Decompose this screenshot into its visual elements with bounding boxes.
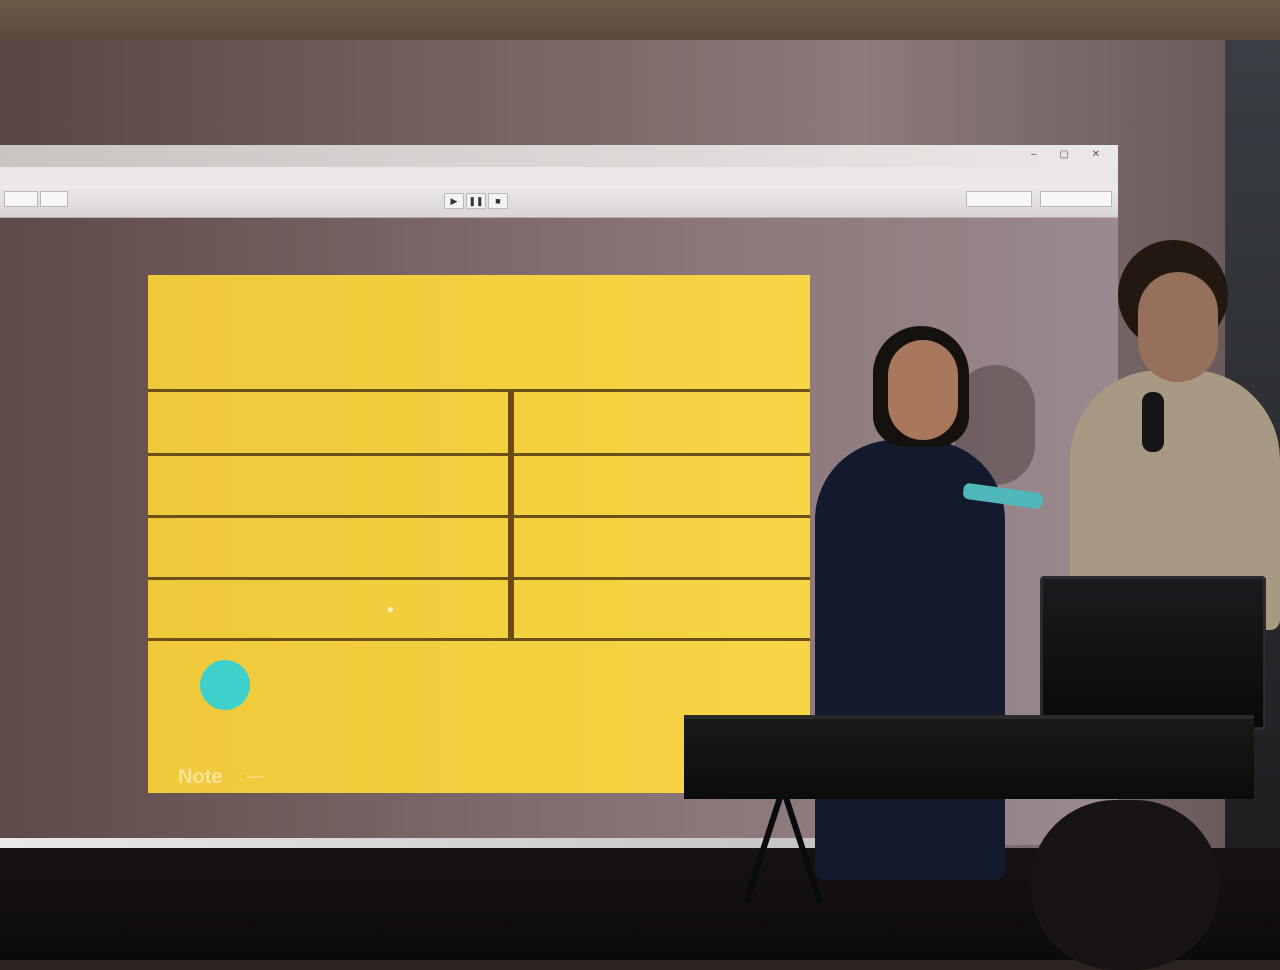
laptop xyxy=(1040,576,1266,730)
toolbar-field-left-2[interactable] xyxy=(40,191,68,207)
toolbar: ▶ ❚❚ ■ xyxy=(0,185,1118,218)
presenter-woman-face xyxy=(888,340,958,440)
toolbar-field-left[interactable] xyxy=(4,191,38,207)
grid-line-horizontal xyxy=(148,515,810,518)
stop-button[interactable]: ■ xyxy=(488,193,508,209)
grid-line-horizontal xyxy=(148,577,810,580)
cyan-ball xyxy=(200,660,250,710)
presenter-man-face xyxy=(1138,272,1218,382)
note-value: : — xyxy=(238,768,263,785)
mouse-cursor xyxy=(388,607,393,612)
audience-head xyxy=(1030,800,1220,970)
play-icon: ▶ xyxy=(450,196,458,206)
window-controls[interactable]: ‒ ▢ ✕ xyxy=(1031,149,1110,160)
grid-line-vertical xyxy=(508,391,514,641)
pause-icon: ❚❚ xyxy=(468,196,484,206)
grid-line-horizontal xyxy=(148,389,810,392)
note-label: Note xyxy=(178,766,223,788)
pause-button[interactable]: ❚❚ xyxy=(466,193,486,209)
stop-icon: ■ xyxy=(495,196,501,206)
menu-bar xyxy=(0,167,1118,186)
presentation-table xyxy=(684,715,1254,799)
window-title-bar: ‒ ▢ ✕ xyxy=(0,145,1118,168)
grid-line-horizontal xyxy=(148,453,810,456)
toolbar-field-right[interactable] xyxy=(966,191,1032,207)
grid-line-horizontal xyxy=(148,638,810,641)
microphone xyxy=(1142,392,1164,452)
play-button[interactable]: ▶ xyxy=(444,193,464,209)
presenter-woman-body xyxy=(815,440,1005,880)
toolbar-field-right-2[interactable] xyxy=(1040,191,1112,207)
